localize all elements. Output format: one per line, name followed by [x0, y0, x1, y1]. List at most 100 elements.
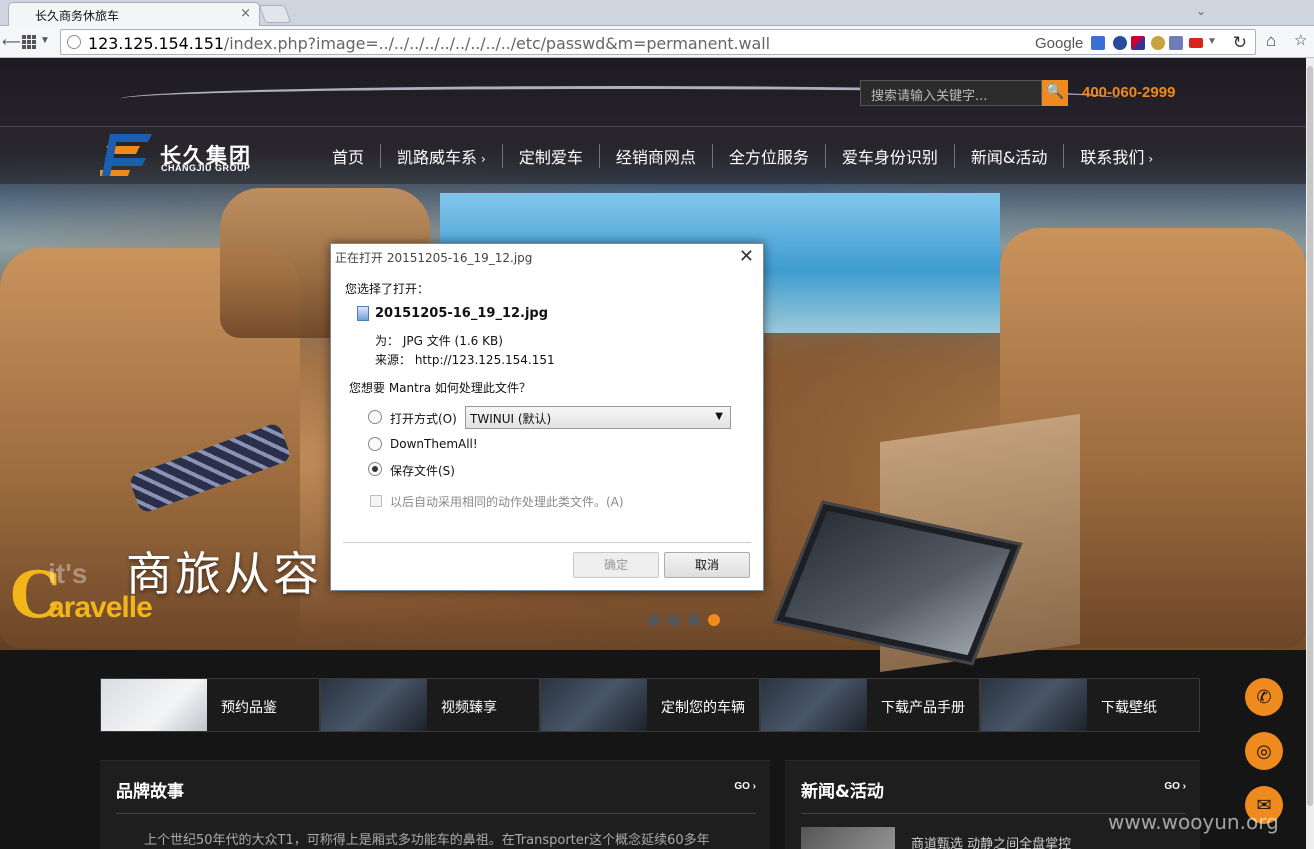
dialog-filename: 20151205-16_19_12.jpg — [375, 306, 549, 321]
news-go-link[interactable]: GO › — [1164, 781, 1186, 792]
nav-item-label: 经销商网点 — [615, 148, 696, 167]
feature-card[interactable]: 下载壁纸 — [980, 678, 1200, 732]
auto-action-label[interactable]: 以后自动采用相同的动作处理此类文件。(A) — [390, 493, 624, 510]
flag-caret-icon[interactable]: ▼ — [1207, 36, 1221, 50]
save-file-radio[interactable] — [368, 462, 382, 476]
slider-dot[interactable] — [648, 614, 660, 626]
browser-tab[interactable]: 长久商务休旅车 × — [8, 2, 260, 26]
downthemall-radio[interactable] — [368, 437, 382, 451]
back-arrow-icon[interactable]: ⟵ — [2, 34, 21, 50]
open-with-radio[interactable] — [368, 410, 382, 424]
steering-wheel-float-icon[interactable]: ◎ — [1245, 732, 1283, 770]
brand-story-title: 品牌故事 — [116, 782, 184, 802]
search-engine-label[interactable]: Google — [1035, 35, 1083, 52]
nav-item-label: 联系我们 — [1080, 148, 1145, 167]
home-icon[interactable]: ⌂ — [1266, 31, 1276, 51]
slider-dot[interactable] — [688, 614, 700, 626]
feature-strip: 预约品鉴 视频臻享 定制您的车辆 下载产品手册 下载壁纸 — [100, 678, 1200, 732]
panel-divider — [116, 813, 756, 814]
address-url[interactable]: 123.125.154.151/index.php?image=../../..… — [88, 34, 770, 53]
bookmark-star-icon[interactable]: ☆ — [1294, 31, 1307, 49]
slider-dot[interactable] — [668, 614, 680, 626]
feature-thumbnail — [321, 679, 427, 731]
changjiu-logo-icon[interactable] — [100, 134, 152, 176]
feature-card[interactable]: 定制您的车辆 — [540, 678, 760, 732]
pen-extension-icon[interactable] — [1131, 36, 1145, 50]
nav-item[interactable]: 新闻&活动 — [955, 144, 1065, 168]
scrollbar-thumb[interactable] — [1307, 66, 1313, 806]
open-with-value: TWINUI (默认) — [470, 412, 552, 426]
brand-story-panel: 品牌故事 GO › 上个世纪50年代的大众T1，可称得上是厢式多功能车的鼻祖。在… — [100, 760, 770, 849]
feature-label: 下载壁纸 — [1101, 700, 1157, 716]
hotline-number: 400-060-2999 — [1082, 84, 1176, 101]
feature-card[interactable]: 下载产品手册 — [760, 678, 980, 732]
download-dialog: 正在打开 20151205-16_19_12.jpg ✕ 您选择了打开： 201… — [330, 243, 764, 591]
dialog-title: 正在打开 20151205-16_19_12.jpg — [335, 251, 533, 265]
brand-story-text: 上个世纪50年代的大众T1，可称得上是厢式多功能车的鼻祖。在Transporte… — [144, 833, 710, 848]
hero-slogan: 商旅从容 — [126, 547, 322, 601]
dialog-file-source: 来源： http://123.125.154.151 — [375, 353, 555, 367]
brand-story-go-link[interactable]: GO › — [734, 781, 756, 792]
nav-item[interactable]: 定制爱车 — [503, 144, 600, 168]
moon-extension-icon[interactable] — [1113, 36, 1127, 50]
slider-dot[interactable] — [708, 614, 720, 626]
phone-float-icon[interactable]: ✆ — [1245, 678, 1283, 716]
chevron-down-icon: ▼ — [715, 411, 723, 422]
auto-action-checkbox[interactable] — [370, 495, 382, 507]
dialog-divider — [343, 542, 751, 543]
close-icon[interactable]: ✕ — [739, 246, 754, 267]
news-item-link[interactable]: 商道甄选 动静之间全盘掌控 — [911, 833, 1071, 849]
nav-item[interactable]: 爱车身份识别 — [826, 144, 955, 168]
address-bar[interactable]: 123.125.154.151/index.php?image=../../..… — [60, 29, 1256, 55]
url-host: 123.125.154.151 — [88, 34, 224, 53]
main-nav: 首页 凯路威车系 › 定制爱车 经销商网点 全方位服务 爱车身份识别 新闻&活动 联系我们 › — [316, 144, 1169, 168]
nav-item-label: 凯路威车系 — [397, 148, 478, 167]
apps-grid-icon[interactable] — [22, 35, 36, 49]
feature-thumbnail — [981, 679, 1087, 731]
browser-tab-bar: 长久商务休旅车 × ⌄ — [0, 0, 1314, 26]
open-with-select[interactable]: TWINUI (默认) ▼ — [465, 406, 731, 429]
chevron-right-icon: › — [481, 152, 486, 166]
site-search-input[interactable]: 搜索请输入关键字... — [860, 80, 1042, 106]
refresh-icon[interactable]: ↻ — [1233, 33, 1247, 53]
new-tab-button[interactable] — [258, 5, 292, 23]
feature-label: 预约品鉴 — [221, 700, 277, 716]
tab-close-icon[interactable]: × — [240, 6, 251, 21]
nav-item[interactable]: 联系我们 › — [1064, 144, 1169, 168]
nav-item[interactable]: 凯路威车系 › — [381, 144, 503, 168]
php-extension-icon[interactable] — [1169, 36, 1183, 50]
open-with-label[interactable]: 打开方式(O) — [390, 410, 457, 427]
google-g-icon[interactable] — [1091, 36, 1105, 50]
flag-icon[interactable] — [1189, 38, 1203, 48]
feature-card[interactable]: 预约品鉴 — [100, 678, 320, 732]
apps-caret-icon[interactable]: ▼ — [40, 35, 50, 46]
downthemall-label[interactable]: DownThemAll! — [390, 437, 478, 451]
file-icon — [357, 306, 369, 321]
save-file-label[interactable]: 保存文件(S) — [390, 462, 455, 479]
page-scrollbar[interactable] — [1306, 58, 1314, 849]
caravelle-logo-word: aravelle — [48, 591, 153, 624]
feature-label: 视频臻享 — [441, 700, 497, 716]
dialog-chosen-label: 您选择了打开： — [345, 282, 430, 296]
gear-extension-icon[interactable] — [1151, 36, 1165, 50]
feature-card[interactable]: 视频臻享 — [320, 678, 540, 732]
news-title: 新闻&活动 — [801, 782, 884, 802]
nav-item-label: 首页 — [332, 148, 365, 167]
feature-thumbnail — [761, 679, 867, 731]
site-search-button[interactable]: 🔍 — [1042, 80, 1068, 106]
slider-dots — [648, 614, 720, 626]
nav-item[interactable]: 经销商网点 — [600, 144, 713, 168]
nav-item[interactable]: 全方位服务 — [713, 144, 826, 168]
nav-item[interactable]: 首页 — [316, 144, 382, 168]
feature-thumbnail — [541, 679, 647, 731]
news-thumbnail[interactable] — [801, 827, 895, 849]
logo-english-text: CHANGJIU GROUP — [161, 163, 251, 173]
news-panel: 新闻&活动 GO › 商道甄选 动静之间全盘掌控 — [785, 760, 1200, 849]
globe-icon — [67, 35, 81, 49]
watermark-text: www.wooyun.org — [1108, 810, 1279, 834]
tab-list-chevron-icon[interactable]: ⌄ — [1196, 4, 1206, 18]
url-path: /index.php?image=../../../../../../../..… — [223, 34, 770, 53]
tab-title: 长久商务休旅车 — [35, 9, 120, 23]
ok-button[interactable]: 确定 — [573, 552, 659, 578]
cancel-button[interactable]: 取消 — [664, 552, 750, 578]
